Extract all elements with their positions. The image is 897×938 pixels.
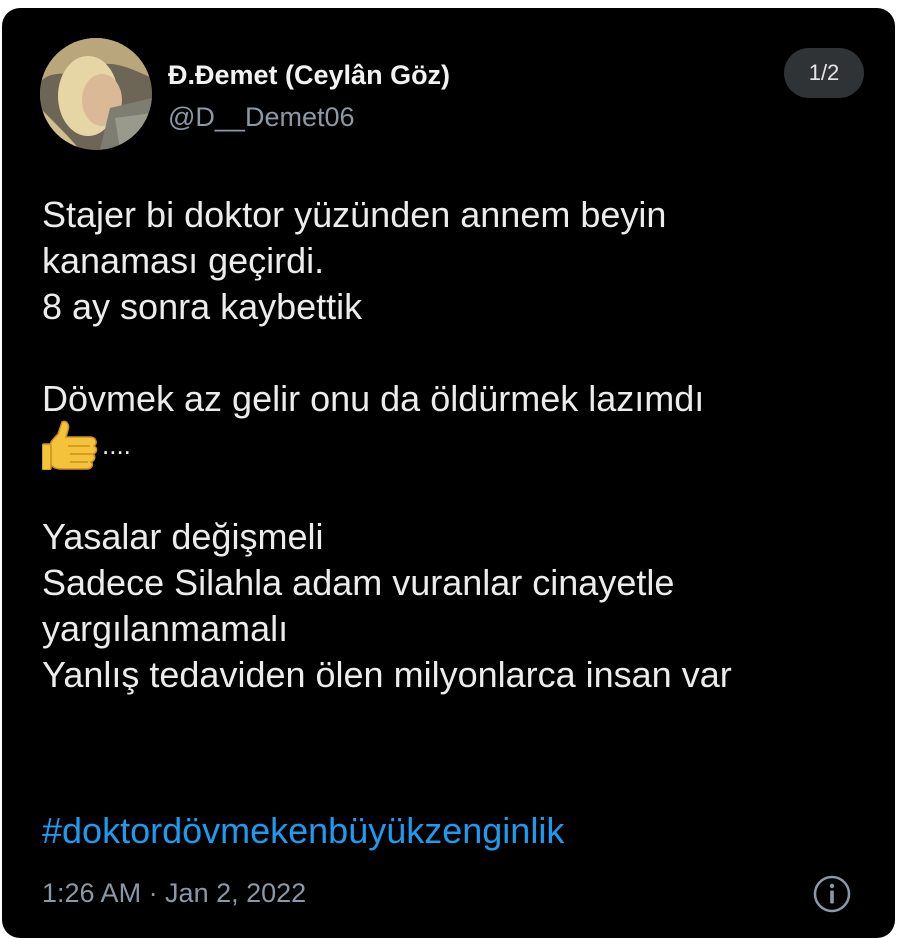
tweet-line: Dövmek az gelir onu da öldürmek lazımdı	[42, 378, 705, 419]
tweet-line: ....	[41, 420, 872, 471]
tweet-line: Yanlış tedaviden ölen milyonlarca insan …	[42, 654, 732, 695]
tweet-line: Sadece Silahla adam vuranlar cinayetle	[42, 562, 675, 603]
tweet-line: Stajer bi doktor yüzünden annem beyin	[42, 194, 667, 235]
tweet-line: kanaması geçirdi.	[42, 240, 325, 281]
tweet-line: Yasalar değişmeli	[42, 516, 324, 557]
tweet-line: 8 ay sonra kaybettik	[42, 286, 363, 327]
tweet-timestamp[interactable]: 1:26 AM · Jan 2, 2022	[42, 878, 306, 909]
tweet-line: yargılanmamalı	[42, 608, 289, 649]
thread-position-badge: 1/2	[784, 48, 864, 98]
thumbs-up-emoji-icon	[41, 420, 100, 471]
tweet-line-dots: ....	[102, 430, 131, 460]
tweet-text: Stajer bi doktor yüzünden annem beyin ka…	[41, 192, 872, 698]
display-name[interactable]: Đ.Đemet (Ceylân Göz)	[168, 60, 450, 91]
hashtag-link[interactable]: #doktordövmekenbüyükzenginlik	[42, 810, 564, 852]
user-handle[interactable]: @D__Demet06	[168, 102, 355, 133]
avatar[interactable]	[40, 38, 152, 150]
info-circle-icon[interactable]	[812, 874, 852, 914]
tweet-card: Đ.Đemet (Ceylân Göz) @D__Demet06 1/2 Sta…	[2, 8, 895, 938]
